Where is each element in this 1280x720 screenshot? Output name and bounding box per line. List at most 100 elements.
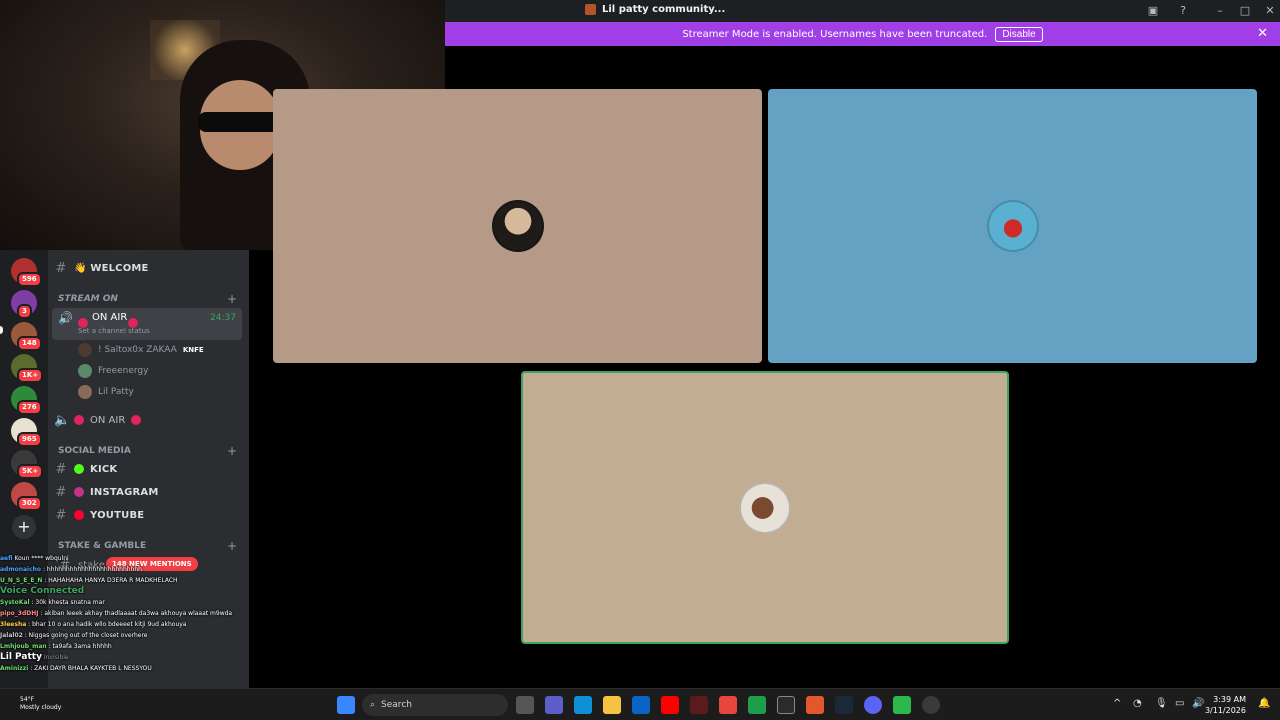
live-dot-icon — [131, 415, 142, 425]
add-channel-icon[interactable]: + — [227, 539, 237, 553]
server-badge: 5K+ — [17, 464, 44, 479]
app-icon-green[interactable] — [748, 696, 766, 714]
speaker-icon: 🔈 — [54, 412, 71, 428]
server-indicator — [0, 326, 3, 334]
participant-avatar-3 — [739, 481, 791, 534]
server-badge: 148 — [17, 336, 42, 351]
clock-time: 3:39 AM — [1213, 695, 1246, 704]
category-social-media[interactable]: SOCIAL MEDIA — [58, 446, 131, 456]
channel-instagram[interactable]: # INSTAGRAM — [54, 481, 159, 503]
app-icon-play[interactable] — [893, 696, 911, 714]
channel-label: ON AIR — [90, 414, 126, 426]
clock-date: 3/11/2026 — [1204, 706, 1246, 715]
outlook-icon[interactable] — [632, 696, 650, 714]
search-label: Search — [381, 700, 412, 710]
member-avatar — [78, 385, 92, 399]
voice-channel-on-air-2[interactable]: 🔈 ON AIR — [54, 409, 142, 431]
participant-avatar-1 — [491, 200, 544, 252]
notifications-icon[interactable]: 🔔 — [1258, 698, 1270, 709]
help-icon[interactable]: ? — [1175, 3, 1191, 19]
windows-taskbar: 54°F Mostly cloudy ⌕ Search ^ ◔ 🎙 ▭ 🔊 3:… — [0, 688, 1280, 720]
steam-icon[interactable] — [835, 696, 853, 714]
member-name: Lil Patty — [98, 387, 134, 397]
member-avatar — [78, 364, 92, 378]
speaker-icon: 🔊 — [58, 311, 73, 325]
voice-member[interactable]: ! Saltox0x ZAKAA KNFE — [78, 341, 204, 359]
weather-widget[interactable]: 54°F Mostly cloudy — [20, 696, 61, 712]
chat-line: SystoKal : 30k khesta snatna mar — [0, 599, 105, 606]
inbox-icon[interactable]: ▣ — [1145, 3, 1161, 19]
live-dot-icon — [74, 415, 84, 425]
chat-line: U_N_S_E_E_N : HAHAHAHA HANYA D3ERA R MAD… — [0, 577, 178, 584]
hash-icon: # — [55, 461, 67, 477]
sunglasses — [198, 112, 280, 132]
display-icon[interactable]: ▭ — [1175, 698, 1184, 709]
stream-chat-overlay: aefi Koun **** wbqulni admonaicho : hhhh… — [0, 553, 249, 688]
voice-channel-label: ON AIR — [92, 312, 128, 323]
set-channel-status[interactable]: Set a channel status — [78, 327, 150, 335]
maximize-button[interactable]: □ — [1237, 3, 1253, 19]
channel-youtube[interactable]: # YOUTUBE — [54, 504, 145, 526]
edge-icon[interactable] — [574, 696, 592, 714]
streamer-mode-banner: Streamer Mode is enabled. Usernames have… — [445, 22, 1280, 46]
chat-line: Jalal02 : Niggas going out of the closet… — [0, 632, 148, 639]
channel-label: INSTAGRAM — [90, 486, 159, 498]
teams-icon[interactable] — [545, 696, 563, 714]
participant-avatar-2 — [986, 200, 1039, 252]
taskbar-search[interactable]: ⌕ Search — [362, 694, 508, 716]
tray-expand-icon[interactable]: ^ — [1113, 698, 1121, 709]
add-server-button[interactable]: + — [12, 515, 36, 539]
voice-member[interactable]: Lil Patty — [78, 383, 134, 401]
disable-streamer-mode-button[interactable]: Disable — [995, 26, 1043, 42]
banner-message: Streamer Mode is enabled. Usernames have… — [682, 28, 988, 40]
channel-label: YOUTUBE — [90, 509, 145, 521]
voice-channel-on-air[interactable]: 🔊 ON AIR 24:37 Set a channel status — [52, 308, 242, 340]
app-icon-gear[interactable] — [922, 696, 940, 714]
channel-label: 👋 WELCOME — [74, 262, 149, 274]
system-clock[interactable]: 3:39 AM 3/11/2026 — [1205, 694, 1246, 716]
weather-desc: Mostly cloudy — [20, 704, 62, 711]
app-icon-orange[interactable] — [806, 696, 824, 714]
microphone-icon[interactable]: 🎙 — [1155, 698, 1168, 709]
file-explorer-icon[interactable] — [603, 696, 621, 714]
discord-icon[interactable] — [864, 696, 882, 714]
task-view-icon[interactable] — [516, 696, 534, 714]
search-icon: ⌕ — [370, 700, 376, 710]
chat-line: aefi Koun **** wbqulni — [0, 555, 69, 562]
voice-member[interactable]: Freeenergy — [78, 362, 148, 380]
video-tile-2[interactable] — [768, 89, 1257, 363]
network-icon[interactable]: ◔ — [1133, 698, 1142, 709]
hash-icon: # — [55, 484, 67, 500]
instagram-icon — [74, 487, 84, 497]
add-channel-icon[interactable]: + — [227, 444, 237, 458]
chat-line: admonaicho : hhhhhhhhhhhhhhhhhhhhhhhhh — [0, 566, 142, 573]
youtube-icon — [74, 510, 84, 520]
user-panel[interactable]: Lil Patty Invisible — [0, 652, 249, 663]
window-title-text: Lil patty community... — [602, 4, 726, 15]
add-channel-icon[interactable]: + — [227, 292, 237, 306]
close-window-button[interactable]: ✕ — [1262, 3, 1278, 19]
youtube-app-icon[interactable] — [661, 696, 679, 714]
server-badge: 596 — [17, 272, 42, 287]
close-banner-icon[interactable]: ✕ — [1257, 26, 1268, 41]
voice-connected-status: Voice Connected — [0, 586, 85, 596]
server-badge: 965 — [17, 432, 42, 447]
window-titlebar: Lil patty community... ▣ ? – □ ✕ — [445, 0, 1280, 22]
category-stake-gamble[interactable]: STAKE & GAMBLE — [58, 541, 146, 551]
category-stream-on[interactable]: STREAM ON — [58, 294, 118, 304]
start-icon[interactable] — [337, 696, 355, 714]
app-icon-circle[interactable] — [777, 696, 795, 714]
video-tile-1[interactable] — [273, 89, 762, 363]
channel-kick[interactable]: # KICK — [54, 458, 118, 480]
chrome-icon[interactable] — [719, 696, 737, 714]
chat-line: 3leesha : bhar 10 o ana hadik wllo bdeee… — [0, 621, 187, 628]
chat-line: pipo_3dDHJ : akiban leeek akhay thadlaaa… — [0, 610, 233, 617]
chat-line: Lmhjoub_man : ta9afa 3ama hhhhh — [0, 643, 112, 650]
live-dot-icon — [78, 313, 88, 328]
minimize-button[interactable]: – — [1212, 3, 1228, 19]
video-tile-3[interactable] — [521, 371, 1009, 644]
server-badge: 1K+ — [17, 368, 44, 383]
volume-icon[interactable]: 🔊 — [1192, 698, 1204, 709]
channel-welcome[interactable]: # 👋 WELCOME — [54, 257, 149, 279]
app-icon[interactable] — [690, 696, 708, 714]
